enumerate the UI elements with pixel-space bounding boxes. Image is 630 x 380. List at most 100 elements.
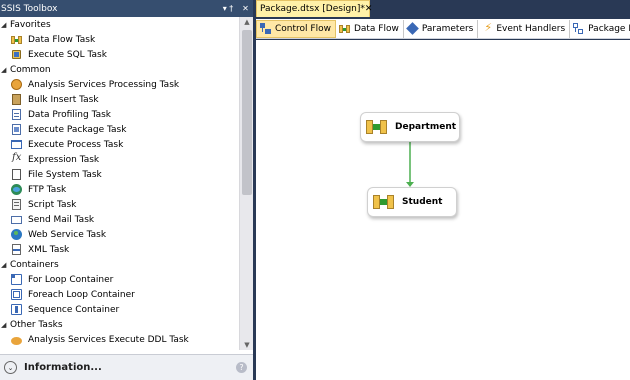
toolbox-item-label: Execute Process Task — [28, 139, 124, 150]
scrollbar-thumb[interactable] — [242, 30, 252, 195]
toolbox-item-web-service-task[interactable]: Web Service Task — [0, 227, 239, 242]
toolbox-item-label: For Loop Container — [28, 274, 114, 285]
toolbox-title: SSIS Toolbox — [1, 3, 58, 14]
task-student[interactable]: Student — [367, 187, 457, 217]
toolbox-group-label: Common — [10, 64, 51, 75]
expand-triangle-icon[interactable]: ◢ — [1, 66, 9, 74]
tab-label: Event Handlers — [496, 23, 566, 34]
control-flow-canvas[interactable]: Department Student — [256, 40, 630, 380]
toolbox-item-label: Data Flow Task — [28, 34, 96, 45]
data-flow-icon — [11, 34, 22, 45]
toolbox-item-expression-task[interactable]: fx Expression Task — [0, 152, 239, 167]
toolbox-group-label: Containers — [10, 259, 59, 270]
document-tab-label: Package.dtsx [Design]* — [260, 4, 365, 14]
tab-package-explorer[interactable]: Package Explorer — [570, 20, 630, 38]
toolbox-item-execute-process-task[interactable]: Execute Process Task — [0, 137, 239, 152]
ssis-designer-window: SSIS Toolbox ▾ † ✕ ◢ Favorites Data Flow T… — [0, 0, 630, 380]
execute-sql-icon — [11, 49, 22, 60]
toolbox-item-label: Bulk Insert Task — [28, 94, 99, 105]
toolbox-item-analysis-services-processing-task[interactable]: Analysis Services Processing Task — [0, 77, 239, 92]
tab-control-flow[interactable]: Control Flow — [256, 19, 336, 38]
analysis-services-icon — [11, 79, 22, 90]
toolbox-item-label: Execute Package Task — [28, 124, 127, 135]
toolbox-item-label: Foreach Loop Container — [28, 289, 135, 300]
foreach-loop-icon — [11, 289, 22, 300]
toolbox-item-script-task[interactable]: Script Task — [0, 197, 239, 212]
toolbox-item-label: XML Task — [28, 244, 70, 255]
package-explorer-icon — [573, 23, 584, 34]
expand-triangle-icon[interactable]: ◢ — [1, 21, 9, 29]
toolbox-group-containers[interactable]: ◢ Containers — [0, 257, 239, 272]
execute-process-icon — [11, 139, 22, 150]
ssis-toolbox-panel: SSIS Toolbox ▾ † ✕ ◢ Favorites Data Flow T… — [0, 0, 253, 380]
bulk-insert-icon — [11, 94, 22, 105]
tab-data-flow[interactable]: Data Flow — [336, 19, 404, 38]
toolbox-item-label: File System Task — [28, 169, 102, 180]
toolbox-item-label: FTP Task — [28, 184, 67, 195]
xml-icon — [11, 244, 22, 255]
tab-label: Control Flow — [275, 23, 331, 34]
toolbox-item-file-system-task[interactable]: File System Task — [0, 167, 239, 182]
tab-event-handlers[interactable]: ⚡ Event Handlers — [478, 19, 571, 38]
data-flow-icon — [338, 23, 350, 34]
script-icon — [11, 199, 22, 210]
task-label: Department — [395, 122, 457, 132]
toolbox-group-label: Favorites — [10, 19, 51, 30]
designer-tab-strip: Control Flow Data Flow Parameters ⚡ Event Ha… — [256, 19, 630, 39]
for-loop-icon — [11, 274, 22, 285]
toolbox-item-label: Analysis Services Execute DDL Task — [28, 334, 189, 345]
document-tab-package[interactable]: Package.dtsx [Design]* ✕ — [256, 0, 373, 17]
toolbox-item-xml-task[interactable]: XML Task — [0, 242, 239, 257]
data-profiling-icon — [11, 109, 22, 120]
data-flow-task-icon — [366, 119, 388, 135]
toolbox-item-label: Analysis Services Processing Task — [28, 79, 180, 90]
toolbox-item-for-loop-container[interactable]: For Loop Container — [0, 272, 239, 287]
toolbox-item-data-flow-task[interactable]: Data Flow Task — [0, 32, 239, 47]
toolbox-item-label: Send Mail Task — [28, 214, 95, 225]
expand-triangle-icon[interactable]: ◢ — [1, 261, 9, 269]
toolbox-item-label: Data Profiling Task — [28, 109, 111, 120]
toolbox-group-other-tasks[interactable]: ◢ Other Tasks — [0, 317, 239, 332]
information-bar[interactable]: ⌄ Information... ? — [0, 354, 253, 380]
toolbox-item-execute-package-task[interactable]: Execute Package Task — [0, 122, 239, 137]
control-flow-icon — [260, 23, 271, 34]
toolbox-item-label: Execute SQL Task — [28, 49, 107, 60]
toolbox-item-execute-sql-task[interactable]: Execute SQL Task — [0, 47, 239, 62]
tab-label: Parameters — [421, 23, 474, 34]
chevron-down-icon[interactable]: ⌄ — [4, 361, 17, 374]
expand-triangle-icon[interactable]: ◢ — [1, 321, 9, 329]
toolbox-item-analysis-services-execute-ddl-task[interactable]: Analysis Services Execute DDL Task — [0, 332, 239, 347]
scroll-down-icon[interactable]: ▼ — [240, 341, 254, 349]
close-icon[interactable]: ✕ — [365, 4, 373, 14]
toolbox-group-favorites[interactable]: ◢ Favorites — [0, 17, 239, 32]
scroll-up-icon[interactable]: ▲ — [240, 18, 254, 26]
task-department[interactable]: Department — [360, 112, 460, 142]
help-icon[interactable]: ? — [236, 362, 247, 373]
toolbox-group-label: Other Tasks — [10, 319, 63, 330]
sequence-icon — [11, 304, 22, 315]
toolbox-item-label: Script Task — [28, 199, 77, 210]
toolbox-item-label: Sequence Container — [28, 304, 120, 315]
toolbox-item-label: Web Service Task — [28, 229, 107, 240]
tab-parameters[interactable]: Parameters — [404, 19, 479, 38]
toolbox-group-common[interactable]: ◢ Common — [0, 62, 239, 77]
toolbox-list: ◢ Favorites Data Flow Task Execute SQL Task… — [0, 17, 239, 350]
toolbox-header: SSIS Toolbox ▾ † ✕ — [0, 0, 253, 17]
analysis-ddl-icon — [11, 334, 22, 345]
toolbox-item-foreach-loop-container[interactable]: Foreach Loop Container — [0, 287, 239, 302]
toolbox-item-bulk-insert-task[interactable]: Bulk Insert Task — [0, 92, 239, 107]
toolbox-item-send-mail-task[interactable]: Send Mail Task — [0, 212, 239, 227]
web-service-icon — [11, 229, 22, 240]
information-label: Information... — [24, 362, 102, 373]
toolbox-item-sequence-container[interactable]: Sequence Container — [0, 302, 239, 317]
pin-icon[interactable]: ▾ † — [218, 4, 238, 13]
tab-label: Data Flow — [353, 23, 399, 34]
toolbox-item-ftp-task[interactable]: FTP Task — [0, 182, 239, 197]
task-label: Student — [402, 197, 443, 207]
toolbox-scrollbar[interactable]: ▲ ▼ — [239, 17, 253, 350]
close-icon[interactable]: ✕ — [240, 4, 251, 13]
tab-label: Package Explorer — [588, 23, 630, 34]
toolbox-item-data-profiling-task[interactable]: Data Profiling Task — [0, 107, 239, 122]
file-system-icon — [11, 169, 22, 180]
ftp-icon — [11, 184, 22, 195]
